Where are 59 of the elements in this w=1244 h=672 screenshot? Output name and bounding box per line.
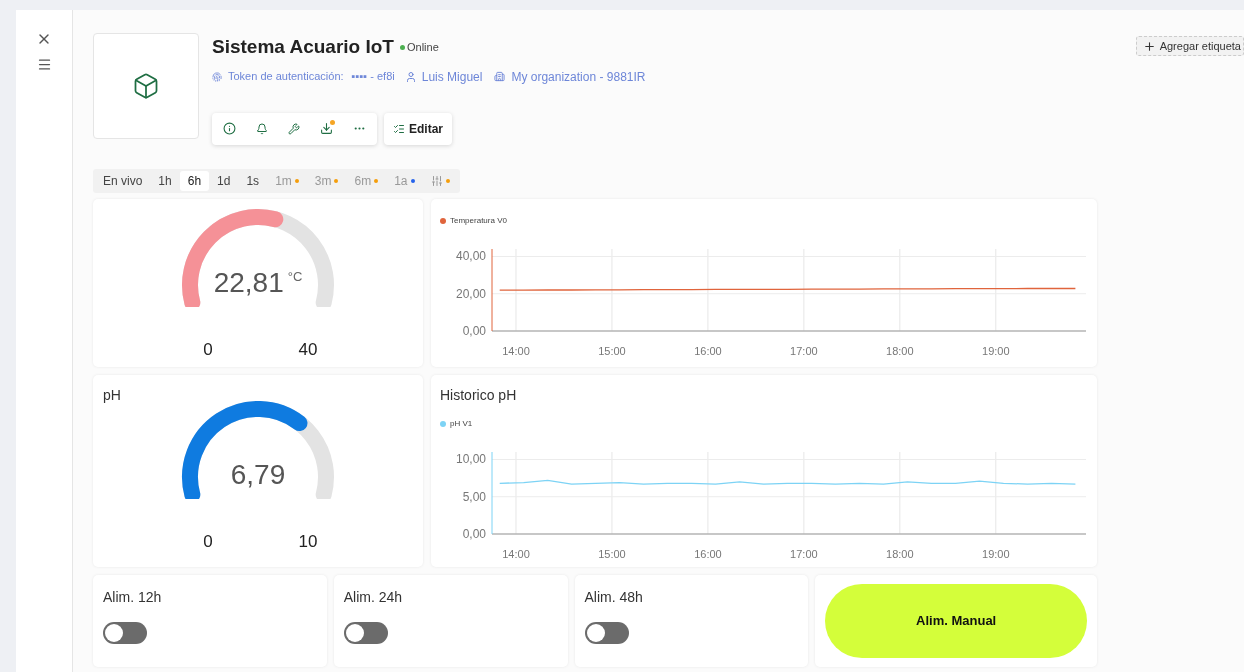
- gauge-max: 40: [297, 338, 319, 361]
- time-range-tab[interactable]: 6h: [179, 170, 210, 191]
- menu-icon[interactable]: [36, 57, 52, 72]
- x-tick-label: 19:00: [982, 344, 1010, 357]
- switch-label: Alim. 12h: [103, 587, 163, 607]
- user-icon: [404, 70, 417, 83]
- y-tick-label: 0,00: [462, 526, 486, 541]
- x-tick-label: 14:00: [502, 344, 530, 357]
- switch-label: Alim. 48h: [584, 587, 644, 607]
- info-icon[interactable]: [223, 122, 236, 135]
- sliders-icon: [430, 174, 443, 187]
- status-text: Online: [406, 40, 439, 55]
- time-range-tab[interactable]: En vivo: [95, 170, 151, 191]
- x-tick-label: 14:00: [502, 547, 530, 560]
- bell-icon[interactable]: [256, 122, 268, 135]
- gauge-value: 6,79: [230, 458, 286, 491]
- y-tick-label: 0,00: [462, 323, 486, 338]
- gauge-value: 22,81: [213, 266, 284, 299]
- x-tick-label: 17:00: [790, 547, 818, 560]
- x-tick-label: 16:00: [694, 547, 722, 560]
- list-icon: [393, 122, 405, 135]
- card-title: Historico pH: [440, 385, 518, 405]
- toggle-switch[interactable]: [103, 621, 147, 644]
- x-tick-label: 19:00: [982, 547, 1010, 560]
- wrench-icon[interactable]: [288, 122, 300, 135]
- plus-icon: [1142, 39, 1156, 53]
- fingerprint-icon: [212, 71, 222, 82]
- token-label: Token de autenticación:: [228, 69, 344, 85]
- gauge-min: 0: [202, 338, 214, 361]
- toggle-switch[interactable]: [584, 621, 629, 644]
- gauge-max: 10: [297, 530, 319, 553]
- legend-label: pH V1: [450, 417, 473, 430]
- y-tick-label: 5,00: [462, 489, 486, 504]
- x-tick-label: 18:00: [886, 547, 914, 560]
- switch-label: Alim. 24h: [343, 587, 404, 607]
- legend-label: Temperatura V0: [450, 214, 507, 227]
- owner-link[interactable]: Luis Miguel: [421, 67, 483, 86]
- y-tick-label: 40,00: [455, 248, 486, 263]
- add-tag-button[interactable]: Agregar etiqueta: [1135, 36, 1244, 56]
- edit-button[interactable]: Editar: [384, 112, 452, 145]
- toggle-switch[interactable]: [343, 621, 388, 644]
- x-tick-label: 15:00: [598, 344, 626, 357]
- x-tick-label: 17:00: [790, 344, 818, 357]
- y-tick-label: 20,00: [455, 286, 486, 301]
- building-icon: [494, 71, 506, 82]
- time-range-tab[interactable]: 1s: [238, 170, 268, 191]
- cube-icon: [132, 72, 160, 100]
- x-tick-label: 15:00: [598, 547, 626, 560]
- organization-link[interactable]: My organization - 9881IR: [511, 67, 646, 86]
- gauge-unit: °C: [287, 267, 303, 286]
- time-range-tab[interactable]: 1h: [150, 170, 180, 191]
- y-tick-label: 10,00: [455, 451, 486, 466]
- x-tick-label: 16:00: [694, 344, 722, 357]
- manual-feed-button[interactable]: Alim. Manual: [825, 583, 1088, 658]
- device-title: Sistema Acuario IoT: [212, 35, 394, 59]
- time-range-tab[interactable]: 1d: [209, 170, 239, 191]
- x-tick-label: 18:00: [886, 344, 914, 357]
- gauge-min: 0: [202, 530, 214, 553]
- download-icon[interactable]: [320, 122, 333, 135]
